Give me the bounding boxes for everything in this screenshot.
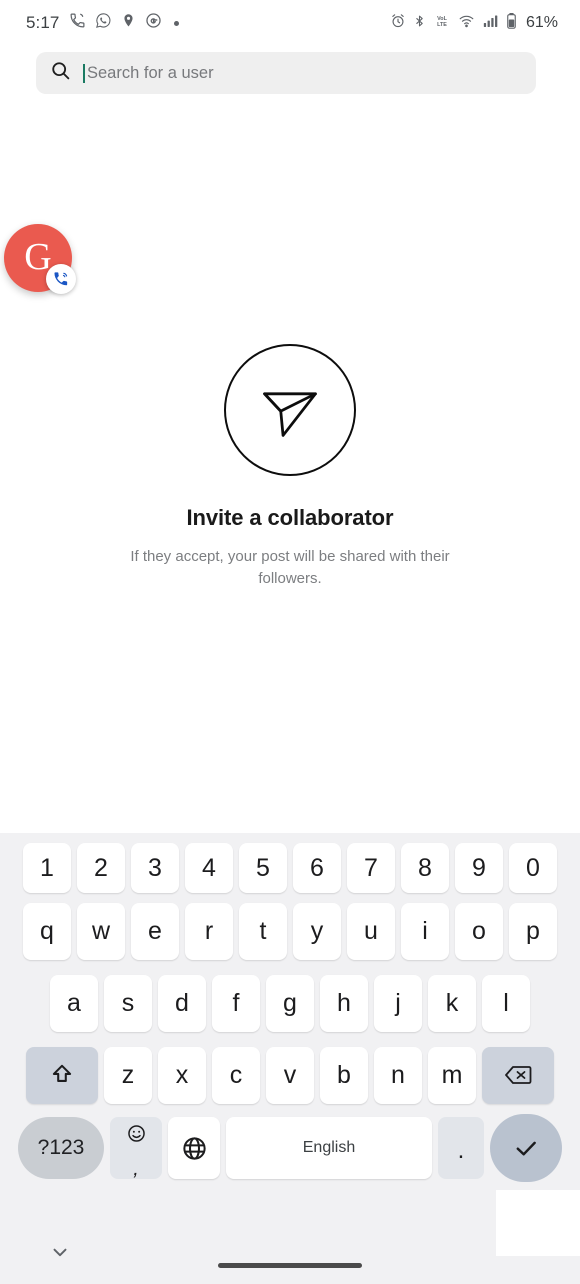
- key-m[interactable]: m: [428, 1046, 476, 1104]
- whatsapp-icon: [95, 12, 112, 34]
- chevron-down-icon[interactable]: [46, 1238, 74, 1266]
- key-language-globe[interactable]: [168, 1117, 220, 1179]
- status-time: 5:17: [26, 13, 60, 32]
- key-e[interactable]: e: [131, 902, 179, 960]
- key-g[interactable]: g: [266, 974, 314, 1032]
- key-w[interactable]: w: [77, 902, 125, 960]
- key-4[interactable]: 4: [185, 843, 233, 893]
- key-spacebar[interactable]: English: [226, 1117, 432, 1179]
- key-d[interactable]: d: [158, 974, 206, 1032]
- navigation-bar: [0, 1220, 580, 1284]
- phone-screen: 5:17 VoL LTE 61% Search for a user G Inv…: [0, 0, 580, 1284]
- key-f[interactable]: f: [212, 974, 260, 1032]
- key-6[interactable]: 6: [293, 843, 341, 893]
- key-2[interactable]: 2: [77, 843, 125, 893]
- status-bar-left: 5:17: [26, 12, 179, 34]
- text-caret: [83, 63, 85, 83]
- battery-percentage: 61%: [525, 14, 558, 31]
- key-7[interactable]: 7: [347, 843, 395, 893]
- search-placeholder: Search for a user: [87, 63, 214, 82]
- key-s[interactable]: s: [104, 974, 152, 1032]
- google-g-icon: [145, 12, 162, 34]
- key-backspace[interactable]: [482, 1046, 554, 1104]
- key-i[interactable]: i: [401, 902, 449, 960]
- floating-chat-bubble[interactable]: G: [4, 224, 76, 294]
- key-c[interactable]: c: [212, 1046, 260, 1104]
- key-1[interactable]: 1: [23, 843, 71, 893]
- status-bar-right: VoL LTE 61%: [390, 12, 558, 35]
- volte-icon: VoL LTE: [433, 13, 451, 34]
- key-z[interactable]: z: [104, 1046, 152, 1104]
- key-shift[interactable]: [26, 1046, 98, 1104]
- empty-state-title: Invite a collaborator: [186, 505, 394, 530]
- key-r[interactable]: r: [185, 902, 233, 960]
- key-period[interactable]: .: [438, 1117, 484, 1179]
- key-j[interactable]: j: [374, 974, 422, 1032]
- key-t[interactable]: t: [239, 902, 287, 960]
- key-a[interactable]: a: [50, 974, 98, 1032]
- overlay-panel: [496, 1190, 580, 1256]
- key-emoji[interactable]: ,: [110, 1117, 162, 1179]
- location-pin-icon: [121, 12, 136, 34]
- phone-call-icon: [69, 12, 86, 34]
- key-comma-label: ,: [133, 1158, 139, 1180]
- key-enter[interactable]: [490, 1114, 562, 1182]
- keyboard-row-numbers: 1234567890: [0, 833, 580, 895]
- cellular-signal-icon: [482, 13, 499, 34]
- key-b[interactable]: b: [320, 1046, 368, 1104]
- search-icon: [50, 60, 71, 86]
- alarm-clock-icon: [390, 13, 406, 34]
- empty-state: Invite a collaborator If they accept, yo…: [0, 344, 580, 590]
- key-3[interactable]: 3: [131, 843, 179, 893]
- key-l[interactable]: l: [482, 974, 530, 1032]
- wifi-icon: [458, 13, 475, 34]
- key-v[interactable]: v: [266, 1046, 314, 1104]
- keyboard-row-a: asdfghjkl: [0, 967, 580, 1039]
- key-y[interactable]: y: [293, 902, 341, 960]
- key-5[interactable]: 5: [239, 843, 287, 893]
- svg-text:LTE: LTE: [437, 21, 447, 27]
- search-input[interactable]: Search for a user: [36, 52, 536, 94]
- send-paper-plane-icon: [224, 344, 356, 476]
- key-q[interactable]: q: [23, 902, 71, 960]
- keyboard-row-q: qwertyuiop: [0, 895, 580, 967]
- dot-indicator-icon: [173, 20, 179, 26]
- key-9[interactable]: 9: [455, 843, 503, 893]
- empty-state-subtitle: If they accept, your post will be shared…: [130, 548, 450, 587]
- key-p[interactable]: p: [509, 902, 557, 960]
- key-symbols[interactable]: ?123: [18, 1117, 104, 1179]
- bluetooth-icon: [413, 13, 426, 34]
- bubble-call-badge: [46, 264, 76, 294]
- key-n[interactable]: n: [374, 1046, 422, 1104]
- search-bar-container[interactable]: Search for a user: [36, 52, 536, 94]
- key-0[interactable]: 0: [509, 843, 557, 893]
- home-gesture-bar[interactable]: [218, 1263, 362, 1268]
- key-h[interactable]: h: [320, 974, 368, 1032]
- battery-icon: [506, 12, 517, 35]
- status-bar: 5:17 VoL LTE 61%: [0, 0, 580, 46]
- svg-text:VoL: VoL: [437, 15, 447, 21]
- keyboard-row-bottom: ?123 , English .: [0, 1111, 580, 1185]
- key-k[interactable]: k: [428, 974, 476, 1032]
- key-o[interactable]: o: [455, 902, 503, 960]
- on-screen-keyboard: 1234567890 qwertyuiop asdfghjkl zxcvbnm: [0, 833, 580, 1284]
- key-x[interactable]: x: [158, 1046, 206, 1104]
- key-8[interactable]: 8: [401, 843, 449, 893]
- key-u[interactable]: u: [347, 902, 395, 960]
- keyboard-row-z: zxcvbnm: [0, 1039, 580, 1111]
